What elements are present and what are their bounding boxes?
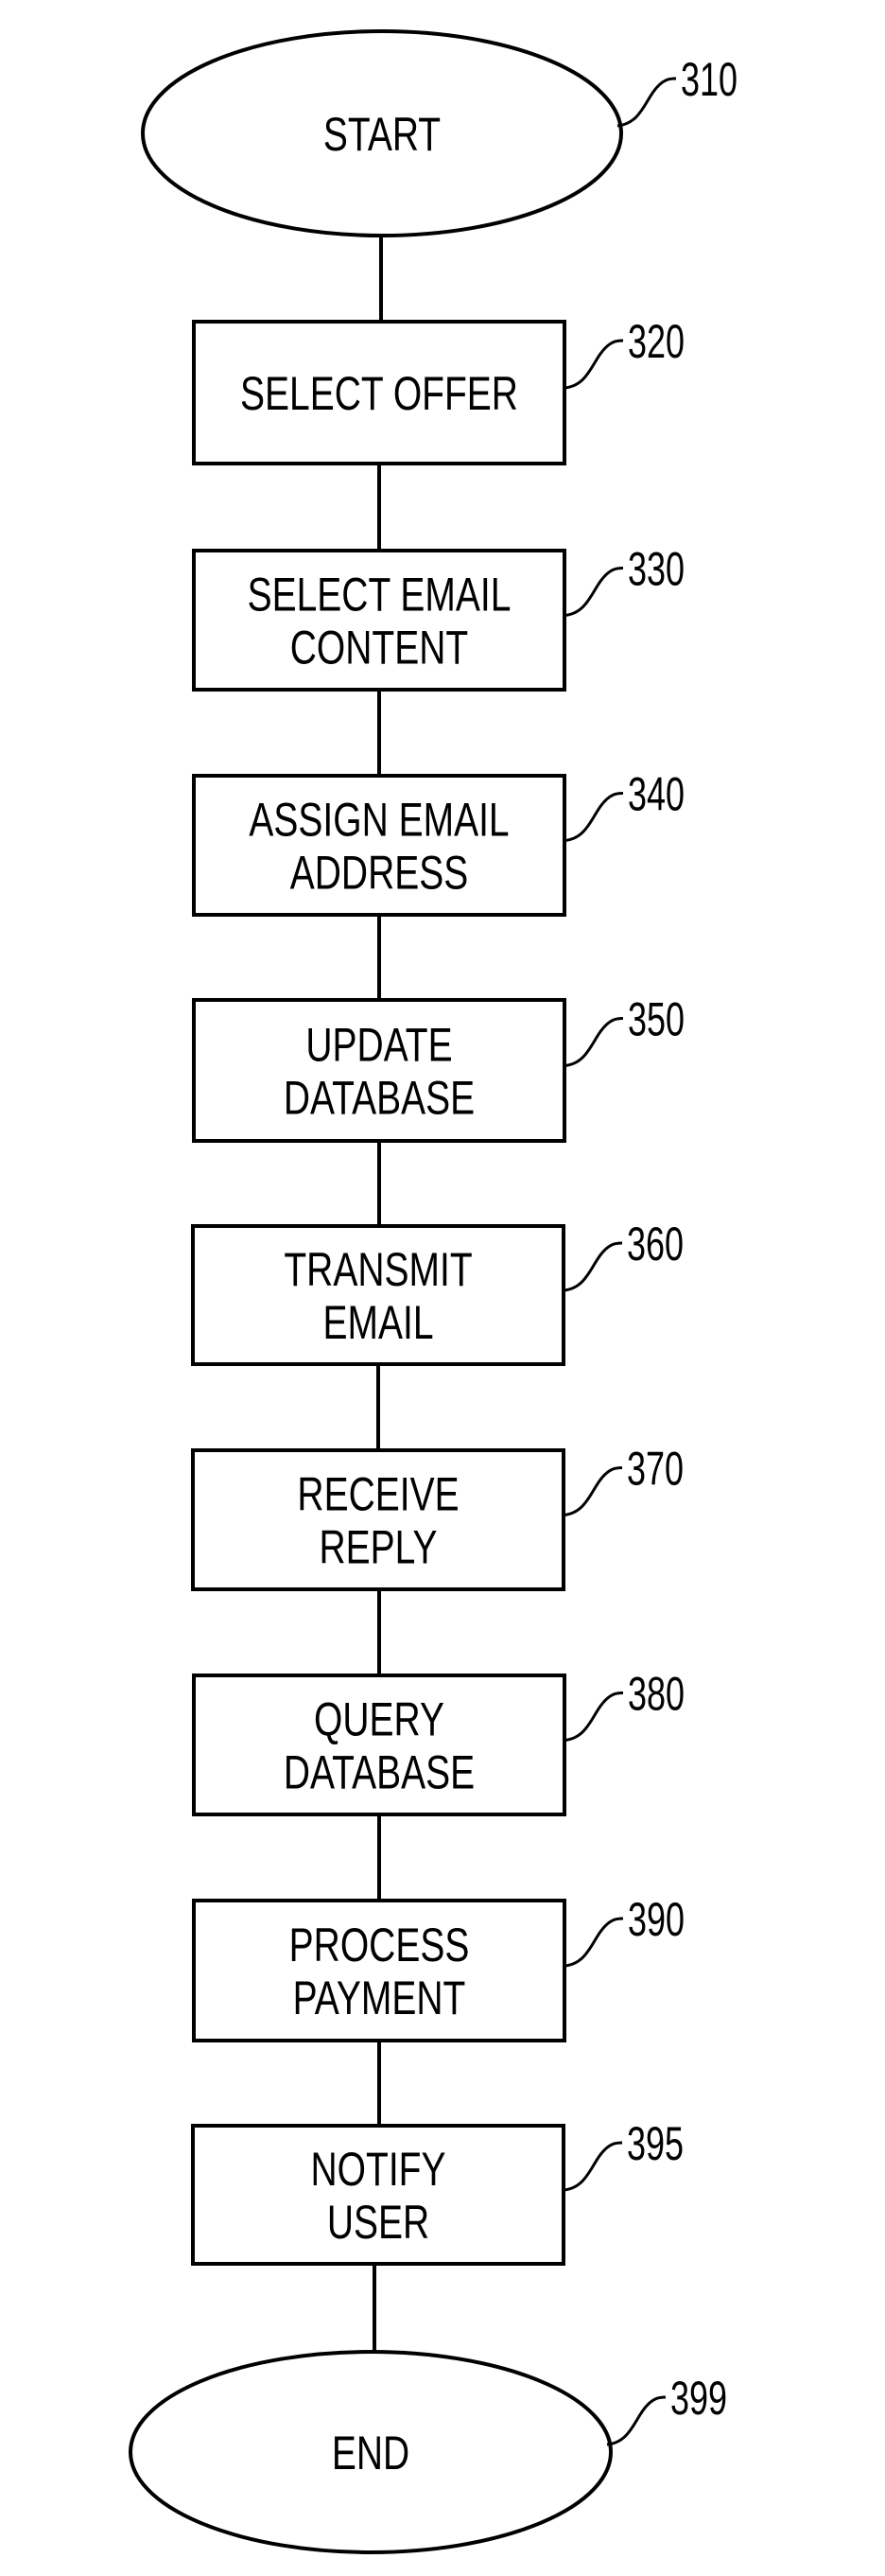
node-label-line: SELECT EMAIL — [248, 568, 512, 622]
process-node-350: UPDATEDATABASE — [192, 998, 566, 1143]
leader-line-310 — [616, 77, 677, 128]
node-label-line: START — [323, 107, 441, 161]
reference-numeral-340: 340 — [628, 769, 685, 821]
process-node-320: SELECT OFFER — [192, 320, 566, 465]
node-label-line: ADDRESS — [290, 846, 469, 900]
node-label-line: RECEIVE — [297, 1467, 459, 1521]
leader-line-320 — [564, 339, 624, 390]
node-label-line: USER — [327, 2195, 429, 2249]
process-node-395: NOTIFYUSER — [191, 2124, 565, 2266]
node-label-line: QUERY — [314, 1692, 444, 1746]
process-node-330: SELECT EMAILCONTENT — [192, 549, 566, 692]
process-node-370: RECEIVEREPLY — [191, 1448, 565, 1591]
reference-numeral-360: 360 — [627, 1218, 684, 1270]
reference-numeral-320: 320 — [628, 316, 685, 368]
flowchart: START SELECT OFFER SELECT EMAILCONTENT ASSI… — [129, 29, 738, 2554]
process-node-360: TRANSMITEMAIL — [191, 1224, 565, 1366]
terminal-node-399: END — [129, 2350, 613, 2554]
leader-line-330 — [564, 567, 624, 617]
reference-numeral-395: 395 — [627, 2118, 684, 2170]
terminal-node-310: START — [141, 29, 623, 237]
nodes: START SELECT OFFER SELECT EMAILCONTENT ASSI… — [129, 29, 623, 2554]
reference-numeral-399: 399 — [670, 2373, 727, 2425]
reference-numeral-380: 380 — [628, 1669, 685, 1721]
reference-numeral-390: 390 — [628, 1894, 685, 1946]
node-label-line: PAYMENT — [293, 1971, 466, 2024]
node-label-line: UPDATE — [305, 1018, 452, 1072]
leader-line-399 — [606, 2395, 667, 2446]
reference-numeral-350: 350 — [628, 994, 685, 1046]
node-label-line: EMAIL — [322, 1295, 433, 1349]
node-label-line: CONTENT — [290, 621, 468, 675]
reference-numeral-330: 330 — [628, 544, 685, 596]
leader-line-370 — [563, 1466, 623, 1516]
process-node-380: QUERYDATABASE — [192, 1674, 566, 1816]
process-node-390: PROCESSPAYMENT — [192, 1899, 566, 2042]
leader-line-340 — [564, 792, 624, 842]
leader-line-390 — [564, 1917, 624, 1968]
node-label-line: DATABASE — [284, 1745, 475, 1799]
node-label-line: SELECT OFFER — [240, 366, 518, 420]
leader-line-380 — [564, 1691, 624, 1742]
reference-numeral-310: 310 — [681, 54, 738, 106]
node-label-line: END — [332, 2426, 409, 2480]
leader-line-350 — [564, 1017, 624, 1067]
node-label-line: PROCESS — [289, 1918, 470, 1971]
reference-numeral-370: 370 — [627, 1444, 684, 1496]
process-node-340: ASSIGN EMAILADDRESS — [192, 774, 566, 917]
reference-labels: 310 320 330 340 350 360 370 380 390 395 399 — [563, 54, 738, 2446]
node-label-line: NOTIFY — [311, 2142, 446, 2196]
node-label-line: TRANSMIT — [284, 1242, 472, 1296]
leader-line-395 — [563, 2141, 623, 2192]
node-label-line: REPLY — [320, 1520, 438, 1574]
leader-line-360 — [563, 1241, 623, 1292]
node-label-line: ASSIGN EMAIL — [249, 793, 509, 847]
node-label-line: DATABASE — [284, 1071, 475, 1125]
